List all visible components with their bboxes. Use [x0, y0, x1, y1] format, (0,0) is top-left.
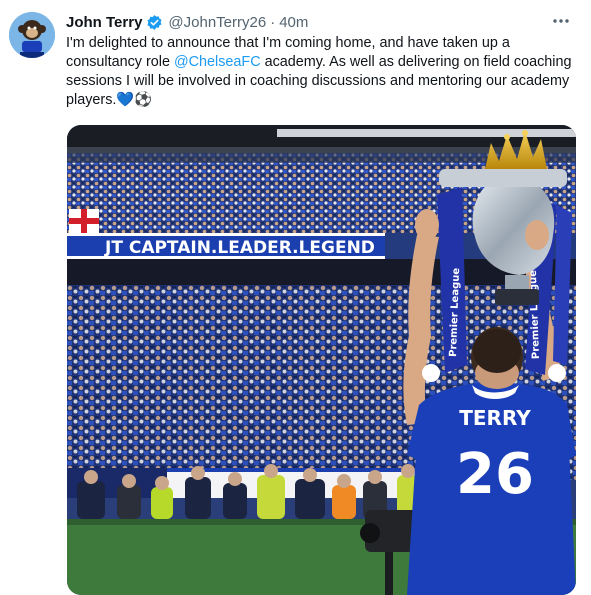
banner-text: JT CAPTAIN.LEADER.LEGEND	[104, 238, 375, 258]
avatar[interactable]	[9, 12, 55, 58]
timestamp[interactable]: 40m	[279, 14, 308, 31]
emoji-text: 💙⚽	[116, 92, 153, 108]
verified-badge-icon	[147, 14, 162, 30]
tweet: John Terry @JohnTerry26 · 40m I'm deligh…	[0, 0, 591, 595]
separator-dot: ·	[270, 13, 276, 31]
shirt-number: 26	[456, 442, 534, 507]
avatar-image	[9, 12, 55, 58]
photo-scene: JT CAPTAIN.LEADER.LEGEND TERRY 26 Premie…	[67, 125, 576, 595]
mention-link[interactable]: @ChelseaFC	[174, 54, 261, 70]
tweet-text: I'm delighted to announce that I'm comin…	[66, 34, 576, 110]
tweet-header: John Terry @JohnTerry26 · 40m	[66, 12, 308, 32]
handle[interactable]: @JohnTerry26	[168, 14, 266, 31]
more-options-icon[interactable]	[551, 13, 571, 29]
tweet-photo[interactable]: JT CAPTAIN.LEADER.LEGEND TERRY 26 Premie…	[67, 125, 576, 595]
display-name[interactable]: John Terry	[66, 14, 142, 31]
shirt-name: TERRY	[459, 406, 531, 430]
